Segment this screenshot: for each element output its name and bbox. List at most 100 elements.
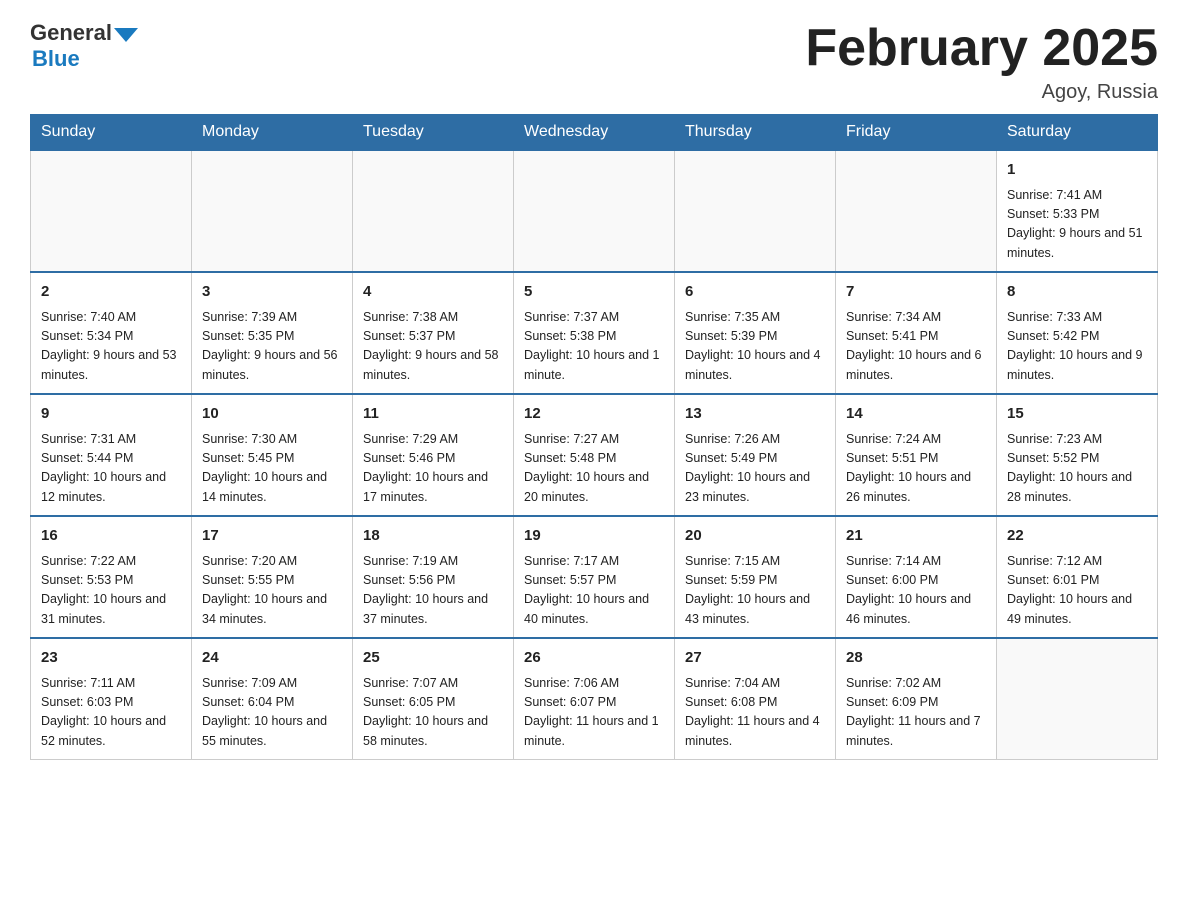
day-number: 3 — [202, 281, 342, 304]
calendar-cell: 9 Sunrise: 7:31 AM Sunset: 5:44 PM Daylig… — [31, 394, 192, 516]
day-info: Sunrise: 7:26 AM Sunset: 5:49 PM Dayligh… — [685, 430, 825, 508]
calendar-cell — [31, 150, 192, 272]
col-thursday: Thursday — [675, 115, 836, 151]
day-number: 11 — [363, 403, 503, 426]
calendar-cell: 12 Sunrise: 7:27 AM Sunset: 5:48 PM Dayli… — [514, 394, 675, 516]
day-number: 26 — [524, 647, 664, 670]
calendar-cell: 5 Sunrise: 7:37 AM Sunset: 5:38 PM Daylig… — [514, 272, 675, 394]
col-monday: Monday — [192, 115, 353, 151]
calendar-cell: 11 Sunrise: 7:29 AM Sunset: 5:46 PM Dayli… — [353, 394, 514, 516]
day-number: 13 — [685, 403, 825, 426]
day-number: 20 — [685, 525, 825, 548]
day-info: Sunrise: 7:39 AM Sunset: 5:35 PM Dayligh… — [202, 308, 342, 386]
title-block: February 2025 Agoy, Russia — [805, 20, 1158, 104]
calendar-cell: 22 Sunrise: 7:12 AM Sunset: 6:01 PM Dayli… — [997, 516, 1158, 638]
day-info: Sunrise: 7:29 AM Sunset: 5:46 PM Dayligh… — [363, 430, 503, 508]
day-info: Sunrise: 7:37 AM Sunset: 5:38 PM Dayligh… — [524, 308, 664, 386]
day-info: Sunrise: 7:17 AM Sunset: 5:57 PM Dayligh… — [524, 552, 664, 630]
col-friday: Friday — [836, 115, 997, 151]
calendar-cell — [836, 150, 997, 272]
calendar-cell: 23Sunrise: 7:11 AM Sunset: 6:03 PM Dayli… — [31, 638, 192, 760]
calendar-subtitle: Agoy, Russia — [805, 81, 1158, 104]
calendar-cell: 7 Sunrise: 7:34 AM Sunset: 5:41 PM Daylig… — [836, 272, 997, 394]
day-number: 10 — [202, 403, 342, 426]
day-info: Sunrise: 7:12 AM Sunset: 6:01 PM Dayligh… — [1007, 552, 1147, 630]
day-info: Sunrise: 7:02 AM Sunset: 6:09 PM Dayligh… — [846, 674, 986, 752]
calendar-cell: 16 Sunrise: 7:22 AM Sunset: 5:53 PM Dayli… — [31, 516, 192, 638]
day-info: Sunrise: 7:24 AM Sunset: 5:51 PM Dayligh… — [846, 430, 986, 508]
calendar-table: Sunday Monday Tuesday Wednesday Thursday… — [30, 114, 1158, 760]
calendar-cell: 21 Sunrise: 7:14 AM Sunset: 6:00 PM Dayli… — [836, 516, 997, 638]
day-number: 16 — [41, 525, 181, 548]
logo-top: General — [30, 20, 138, 46]
col-tuesday: Tuesday — [353, 115, 514, 151]
day-info: Sunrise: 7:38 AM Sunset: 5:37 PM Dayligh… — [363, 308, 503, 386]
logo: General Blue — [30, 20, 138, 72]
day-info: Sunrise: 7:34 AM Sunset: 5:41 PM Dayligh… — [846, 308, 986, 386]
day-info: Sunrise: 7:23 AM Sunset: 5:52 PM Dayligh… — [1007, 430, 1147, 508]
calendar-cell: 6Sunrise: 7:35 AM Sunset: 5:39 PM Daylig… — [675, 272, 836, 394]
calendar-cell — [192, 150, 353, 272]
calendar-cell: 25Sunrise: 7:07 AM Sunset: 6:05 PM Dayli… — [353, 638, 514, 760]
logo-arrow-icon — [114, 28, 138, 42]
day-number: 6 — [685, 281, 825, 304]
day-number: 27 — [685, 647, 825, 670]
calendar-title: February 2025 — [805, 20, 1158, 77]
day-info: Sunrise: 7:04 AM Sunset: 6:08 PM Dayligh… — [685, 674, 825, 752]
calendar-cell: 3 Sunrise: 7:39 AM Sunset: 5:35 PM Daylig… — [192, 272, 353, 394]
day-info: Sunrise: 7:20 AM Sunset: 5:55 PM Dayligh… — [202, 552, 342, 630]
day-info: Sunrise: 7:41 AM Sunset: 5:33 PM Dayligh… — [1007, 186, 1147, 264]
week-row-3: 9 Sunrise: 7:31 AM Sunset: 5:44 PM Daylig… — [31, 394, 1158, 516]
week-row-4: 16 Sunrise: 7:22 AM Sunset: 5:53 PM Dayli… — [31, 516, 1158, 638]
day-info: Sunrise: 7:15 AM Sunset: 5:59 PM Dayligh… — [685, 552, 825, 630]
calendar-cell: 10 Sunrise: 7:30 AM Sunset: 5:45 PM Dayli… — [192, 394, 353, 516]
day-number: 9 — [41, 403, 181, 426]
day-info: Sunrise: 7:14 AM Sunset: 6:00 PM Dayligh… — [846, 552, 986, 630]
day-info: Sunrise: 7:33 AM Sunset: 5:42 PM Dayligh… — [1007, 308, 1147, 386]
day-info: Sunrise: 7:30 AM Sunset: 5:45 PM Dayligh… — [202, 430, 342, 508]
day-number: 1 — [1007, 159, 1147, 182]
day-info: Sunrise: 7:22 AM Sunset: 5:53 PM Dayligh… — [41, 552, 181, 630]
calendar-cell: 1 Sunrise: 7:41 AM Sunset: 5:33 PM Daylig… — [997, 150, 1158, 272]
day-number: 25 — [363, 647, 503, 670]
page-header: General Blue February 2025 Agoy, Russia — [30, 20, 1158, 104]
day-number: 12 — [524, 403, 664, 426]
calendar-cell: 4 Sunrise: 7:38 AM Sunset: 5:37 PM Daylig… — [353, 272, 514, 394]
day-number: 15 — [1007, 403, 1147, 426]
day-number: 23 — [41, 647, 181, 670]
calendar-header-row: Sunday Monday Tuesday Wednesday Thursday… — [31, 115, 1158, 151]
day-number: 7 — [846, 281, 986, 304]
day-number: 4 — [363, 281, 503, 304]
day-number: 24 — [202, 647, 342, 670]
calendar-cell — [514, 150, 675, 272]
logo-general-text: General — [30, 20, 112, 46]
day-number: 21 — [846, 525, 986, 548]
calendar-cell: 20 Sunrise: 7:15 AM Sunset: 5:59 PM Dayli… — [675, 516, 836, 638]
calendar-cell — [675, 150, 836, 272]
day-number: 17 — [202, 525, 342, 548]
day-number: 5 — [524, 281, 664, 304]
calendar-cell: 18Sunrise: 7:19 AM Sunset: 5:56 PM Dayli… — [353, 516, 514, 638]
week-row-2: 2Sunrise: 7:40 AM Sunset: 5:34 PM Daylig… — [31, 272, 1158, 394]
calendar-cell: 27 Sunrise: 7:04 AM Sunset: 6:08 PM Dayli… — [675, 638, 836, 760]
calendar-cell: 14Sunrise: 7:24 AM Sunset: 5:51 PM Dayli… — [836, 394, 997, 516]
calendar-cell: 26Sunrise: 7:06 AM Sunset: 6:07 PM Dayli… — [514, 638, 675, 760]
col-wednesday: Wednesday — [514, 115, 675, 151]
calendar-cell: 8Sunrise: 7:33 AM Sunset: 5:42 PM Daylig… — [997, 272, 1158, 394]
col-saturday: Saturday — [997, 115, 1158, 151]
calendar-cell: 17 Sunrise: 7:20 AM Sunset: 5:55 PM Dayli… — [192, 516, 353, 638]
calendar-cell — [353, 150, 514, 272]
day-info: Sunrise: 7:09 AM Sunset: 6:04 PM Dayligh… — [202, 674, 342, 752]
calendar-cell — [997, 638, 1158, 760]
day-info: Sunrise: 7:31 AM Sunset: 5:44 PM Dayligh… — [41, 430, 181, 508]
day-number: 28 — [846, 647, 986, 670]
col-sunday: Sunday — [31, 115, 192, 151]
day-info: Sunrise: 7:27 AM Sunset: 5:48 PM Dayligh… — [524, 430, 664, 508]
day-number: 22 — [1007, 525, 1147, 548]
week-row-1: 1 Sunrise: 7:41 AM Sunset: 5:33 PM Daylig… — [31, 150, 1158, 272]
calendar-cell: 2Sunrise: 7:40 AM Sunset: 5:34 PM Daylig… — [31, 272, 192, 394]
calendar-cell: 15 Sunrise: 7:23 AM Sunset: 5:52 PM Dayli… — [997, 394, 1158, 516]
day-number: 2 — [41, 281, 181, 304]
calendar-cell: 28 Sunrise: 7:02 AM Sunset: 6:09 PM Dayli… — [836, 638, 997, 760]
calendar-cell: 13 Sunrise: 7:26 AM Sunset: 5:49 PM Dayli… — [675, 394, 836, 516]
